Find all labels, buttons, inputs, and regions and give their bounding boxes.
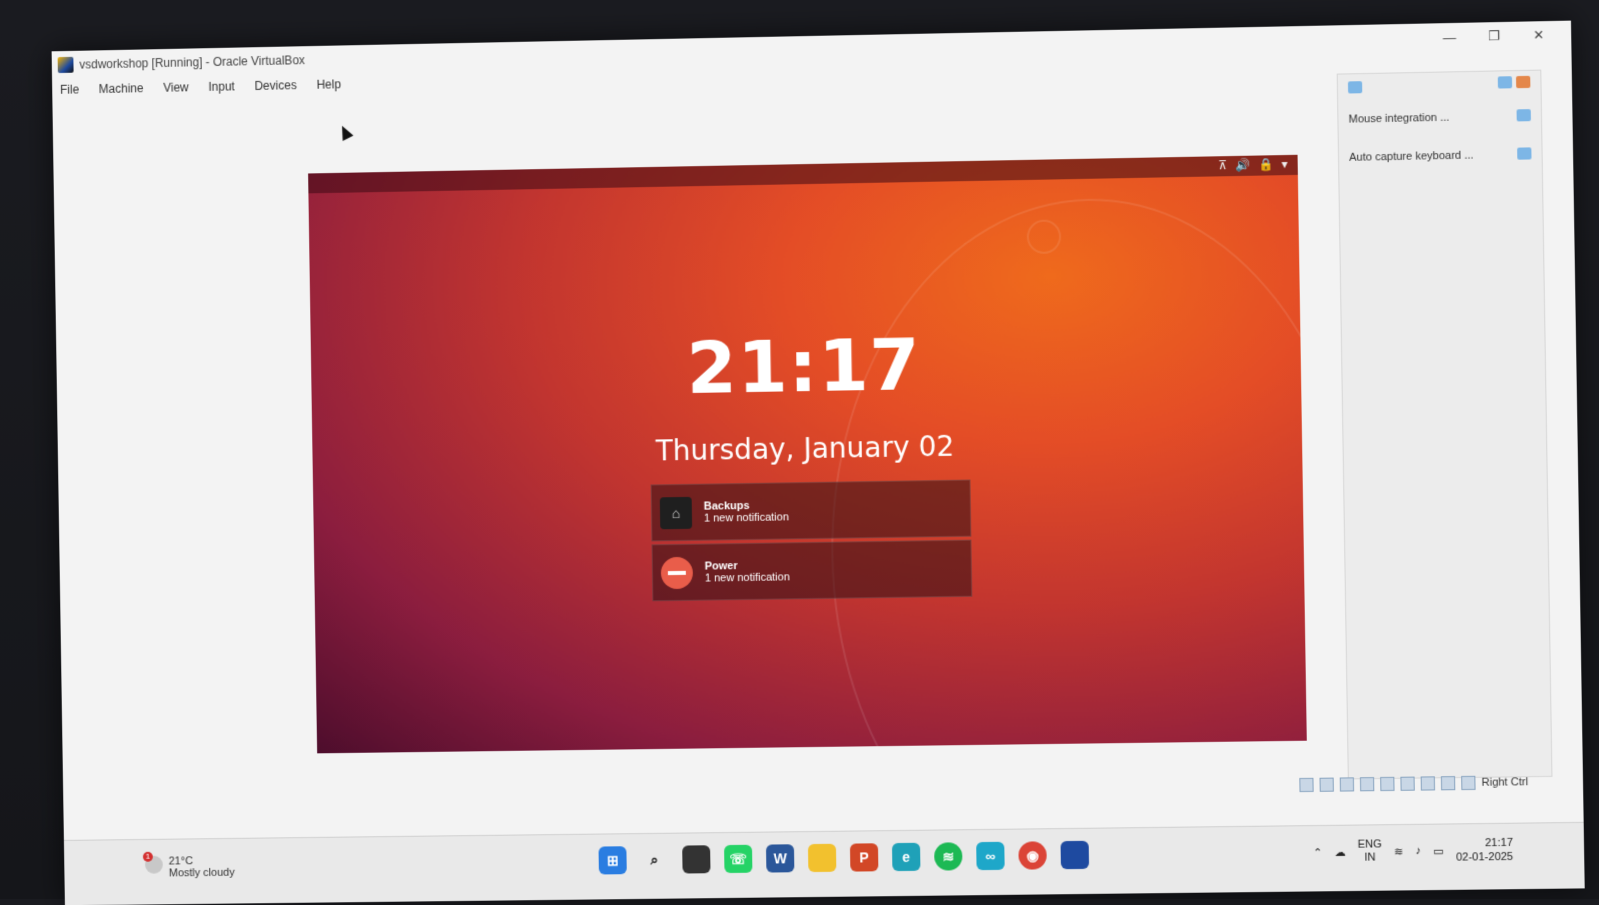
taskbar-clock[interactable]: 21:17 02-01-2025: [1456, 836, 1514, 865]
menu-machine[interactable]: Machine: [97, 79, 146, 98]
chevron-up-icon[interactable]: ⌃: [1313, 846, 1323, 859]
notification-power[interactable]: Power 1 new notification: [651, 539, 973, 602]
window-controls: — ❐ ✕: [1427, 21, 1561, 52]
notification-backups[interactable]: ⌂ Backups 1 new notification: [650, 479, 972, 542]
message-text: Auto capture keyboard ...: [1349, 149, 1474, 164]
backup-icon: ⌂: [659, 496, 693, 529]
task-view-icon[interactable]: [682, 845, 711, 874]
panel-close-icon[interactable]: [1516, 75, 1531, 89]
cpu-icon[interactable]: [1461, 775, 1476, 791]
menu-help[interactable]: Help: [314, 75, 343, 93]
volume-tray-icon[interactable]: ♪: [1415, 845, 1421, 857]
mouse-cursor-icon: [336, 123, 354, 141]
message-auto-capture[interactable]: Auto capture keyboard ...: [1339, 135, 1542, 177]
taskbar-apps: ⊞ ⌕ ☏ W P e ≋ ∞ ◉: [598, 840, 1090, 875]
region-code: IN: [1364, 851, 1376, 864]
language-indicator[interactable]: ENG IN: [1358, 838, 1383, 864]
volume-icon[interactable]: 🔊: [1235, 158, 1250, 172]
virtualbox-taskbar-icon[interactable]: [1060, 840, 1090, 870]
vm-topbar: ⊼ 🔊 🔒 ▾: [308, 154, 1298, 194]
vm-display[interactable]: ⊼ 🔊 🔒 ▾ 21:17 Thursday, January 02 ⌂ Bac…: [308, 154, 1307, 754]
shared-folder-icon[interactable]: [1400, 776, 1415, 791]
info-icon[interactable]: [1347, 81, 1363, 94]
vm-statusbar: Right Ctrl: [1299, 775, 1529, 793]
weather-widget[interactable]: 1 21°C Mostly cloudy: [142, 851, 235, 880]
word-icon[interactable]: W: [765, 844, 795, 873]
minimize-button[interactable]: —: [1427, 23, 1472, 52]
wallpaper-decoration: [825, 193, 1307, 754]
vm-tray[interactable]: ⊼ 🔊 🔒 ▾: [1218, 157, 1288, 172]
network-icon[interactable]: ⊼: [1218, 158, 1227, 172]
close-button[interactable]: ✕: [1516, 21, 1561, 50]
monitor-screen: vsdworkshop [Running] - Oracle VirtualBo…: [51, 20, 1585, 905]
window-title: vsdworkshop [Running] - Oracle VirtualBo…: [79, 53, 306, 72]
lock-icon[interactable]: 🔒: [1258, 157, 1273, 171]
recording-icon[interactable]: [1440, 776, 1456, 791]
message-text: Mouse integration ...: [1348, 111, 1450, 126]
lock-clock: 21:17: [685, 322, 922, 411]
menu-devices[interactable]: Devices: [252, 76, 298, 95]
clock-time: 21:17: [1484, 836, 1514, 850]
chevron-down-icon[interactable]: ▾: [1281, 157, 1287, 171]
panel-header: [1338, 71, 1541, 101]
windows-start-icon[interactable]: ⊞: [598, 846, 627, 875]
dont-show-icon[interactable]: [1516, 108, 1531, 121]
search-icon[interactable]: ⌕: [640, 846, 668, 874]
wifi-icon[interactable]: ≋: [1394, 845, 1404, 858]
menubar: File Machine View Input Devices Help: [58, 75, 343, 99]
usb-icon[interactable]: [1380, 776, 1395, 792]
message-mouse-integration[interactable]: Mouse integration ...: [1338, 97, 1541, 139]
powerpoint-icon[interactable]: P: [849, 843, 879, 872]
weather-desc: Mostly cloudy: [168, 866, 235, 880]
window-titlebar[interactable]: vsdworkshop [Running] - Oracle VirtualBo…: [52, 21, 1572, 79]
hdd-icon[interactable]: [1299, 777, 1314, 793]
whatsapp-icon[interactable]: ☏: [724, 844, 753, 874]
power-icon: [660, 556, 694, 589]
battery-icon[interactable]: ▭: [1433, 844, 1444, 857]
host-key-label: Right Ctrl: [1481, 776, 1529, 789]
dont-show-icon[interactable]: [1517, 146, 1532, 160]
edge-icon[interactable]: e: [891, 842, 921, 872]
virtualbox-icon: [57, 56, 74, 74]
weather-cloud-icon: 1: [142, 851, 163, 874]
restore-button[interactable]: ❐: [1472, 22, 1517, 51]
file-explorer-icon[interactable]: [807, 843, 837, 873]
notification-subtitle: 1 new notification: [704, 570, 790, 585]
notification-subtitle: 1 new notification: [703, 510, 789, 525]
onedrive-icon[interactable]: ☁: [1334, 845, 1345, 858]
language-code: ENG: [1357, 838, 1382, 851]
network-status-icon[interactable]: [1359, 777, 1375, 792]
menu-input[interactable]: Input: [206, 77, 237, 95]
panel-toggle-icon[interactable]: [1497, 76, 1512, 89]
audio-icon[interactable]: [1339, 777, 1355, 792]
clock-date: 02-01-2025: [1455, 850, 1514, 864]
optical-icon[interactable]: [1319, 777, 1334, 792]
chrome-icon[interactable]: ◉: [1018, 841, 1047, 870]
menu-view[interactable]: View: [161, 78, 191, 96]
notification-panel: Mouse integration ... Auto capture keybo…: [1336, 69, 1553, 780]
windows-taskbar: 1 21°C Mostly cloudy ⊞ ⌕ ☏ W P e ≋ ∞ ◉ ⌃…: [63, 821, 1585, 905]
display-icon[interactable]: [1420, 776, 1436, 791]
weather-badge: 1: [142, 851, 153, 862]
weather-temp: 21°C: [168, 855, 194, 868]
system-tray: ⌃ ☁ ENG IN ≋ ♪ ▭ 21:17 02-01-2025: [1313, 836, 1513, 866]
spotify-icon[interactable]: ≋: [934, 842, 963, 871]
menu-file[interactable]: File: [58, 81, 81, 99]
app-infinity-icon[interactable]: ∞: [976, 841, 1005, 871]
